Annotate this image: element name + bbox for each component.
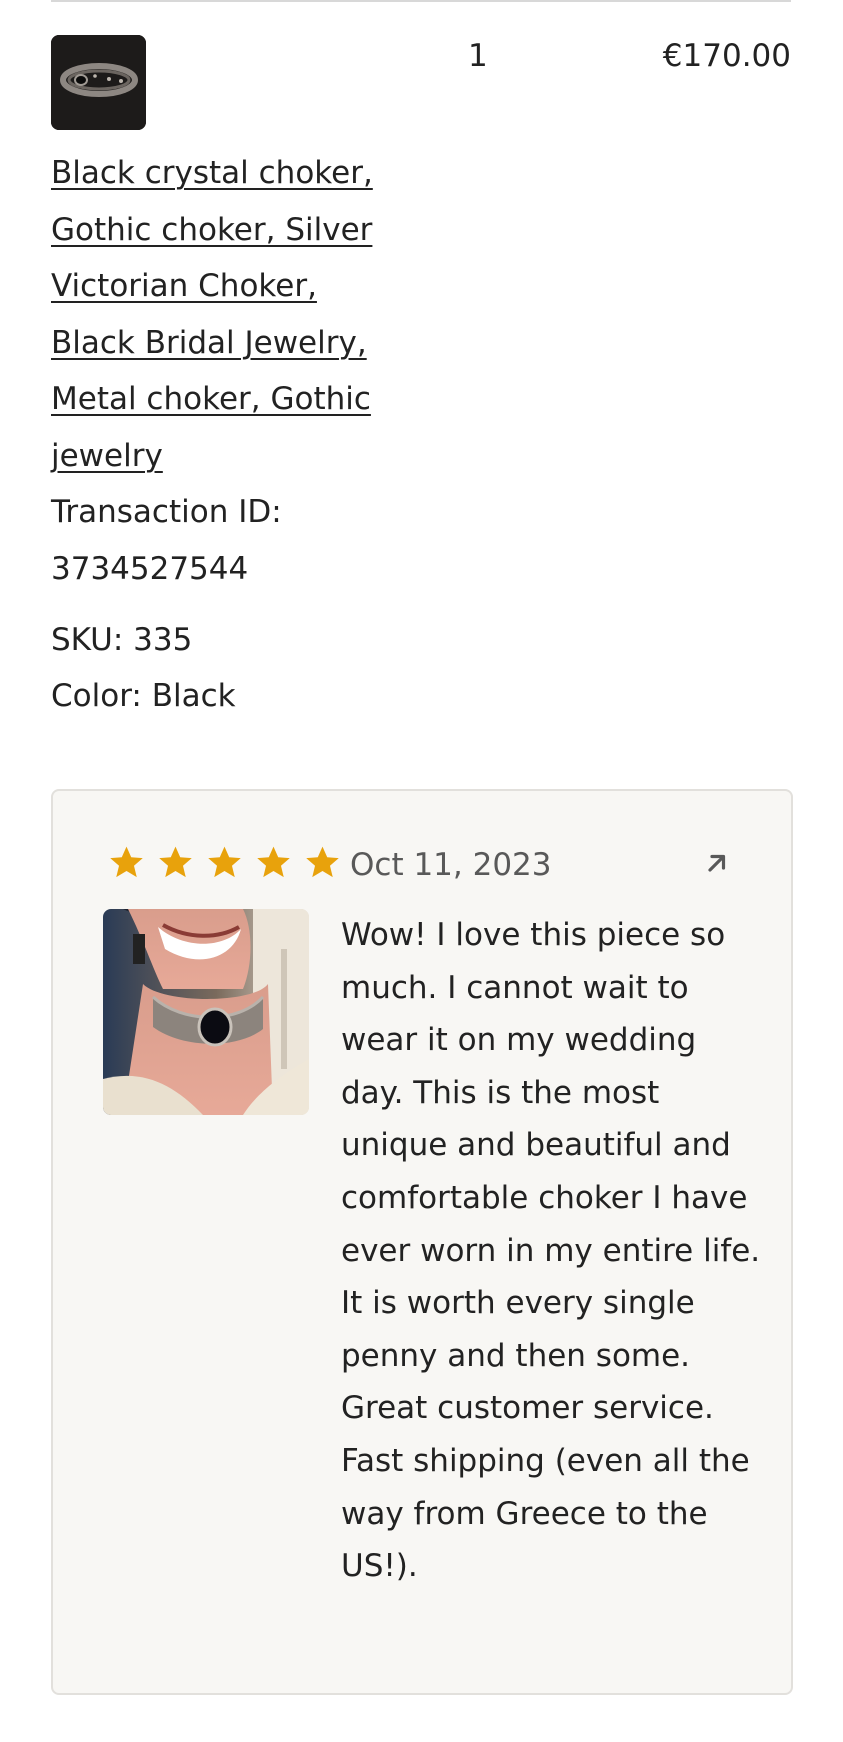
star-icon [208,846,241,878]
review-card: Oct 11, 2023 Wow! I love this piece so m… [51,789,793,1695]
review-date: Oct 11, 2023 [350,847,552,883]
star-icon [257,846,290,878]
star-icon [306,846,339,878]
item-price: €170.00 [662,38,791,74]
review-photo[interactable] [103,909,309,1115]
review-photo-image [103,909,309,1115]
star-icon [110,846,143,878]
item-quantity: 1 [468,38,488,74]
review-text: Wow! I love this piece so much. I cannot… [341,917,761,1585]
star-icon [159,846,192,878]
star-rating [107,843,342,882]
order-receipt-page: 1 €170.00 Black crystal choker, Gothic c… [0,0,843,1742]
color-variation: Color: Black [51,678,236,714]
product-title-link[interactable]: Black crystal choker, Gothic choker, Sil… [51,145,396,484]
transaction-id: Transaction ID: 3734527544 [51,494,282,587]
arrow-up-right-icon[interactable] [701,847,733,879]
sku-label: SKU: 335 [51,622,193,658]
product-thumbnail[interactable] [51,35,146,130]
top-divider [51,0,791,2]
choker-thumbnail-image [51,35,146,130]
